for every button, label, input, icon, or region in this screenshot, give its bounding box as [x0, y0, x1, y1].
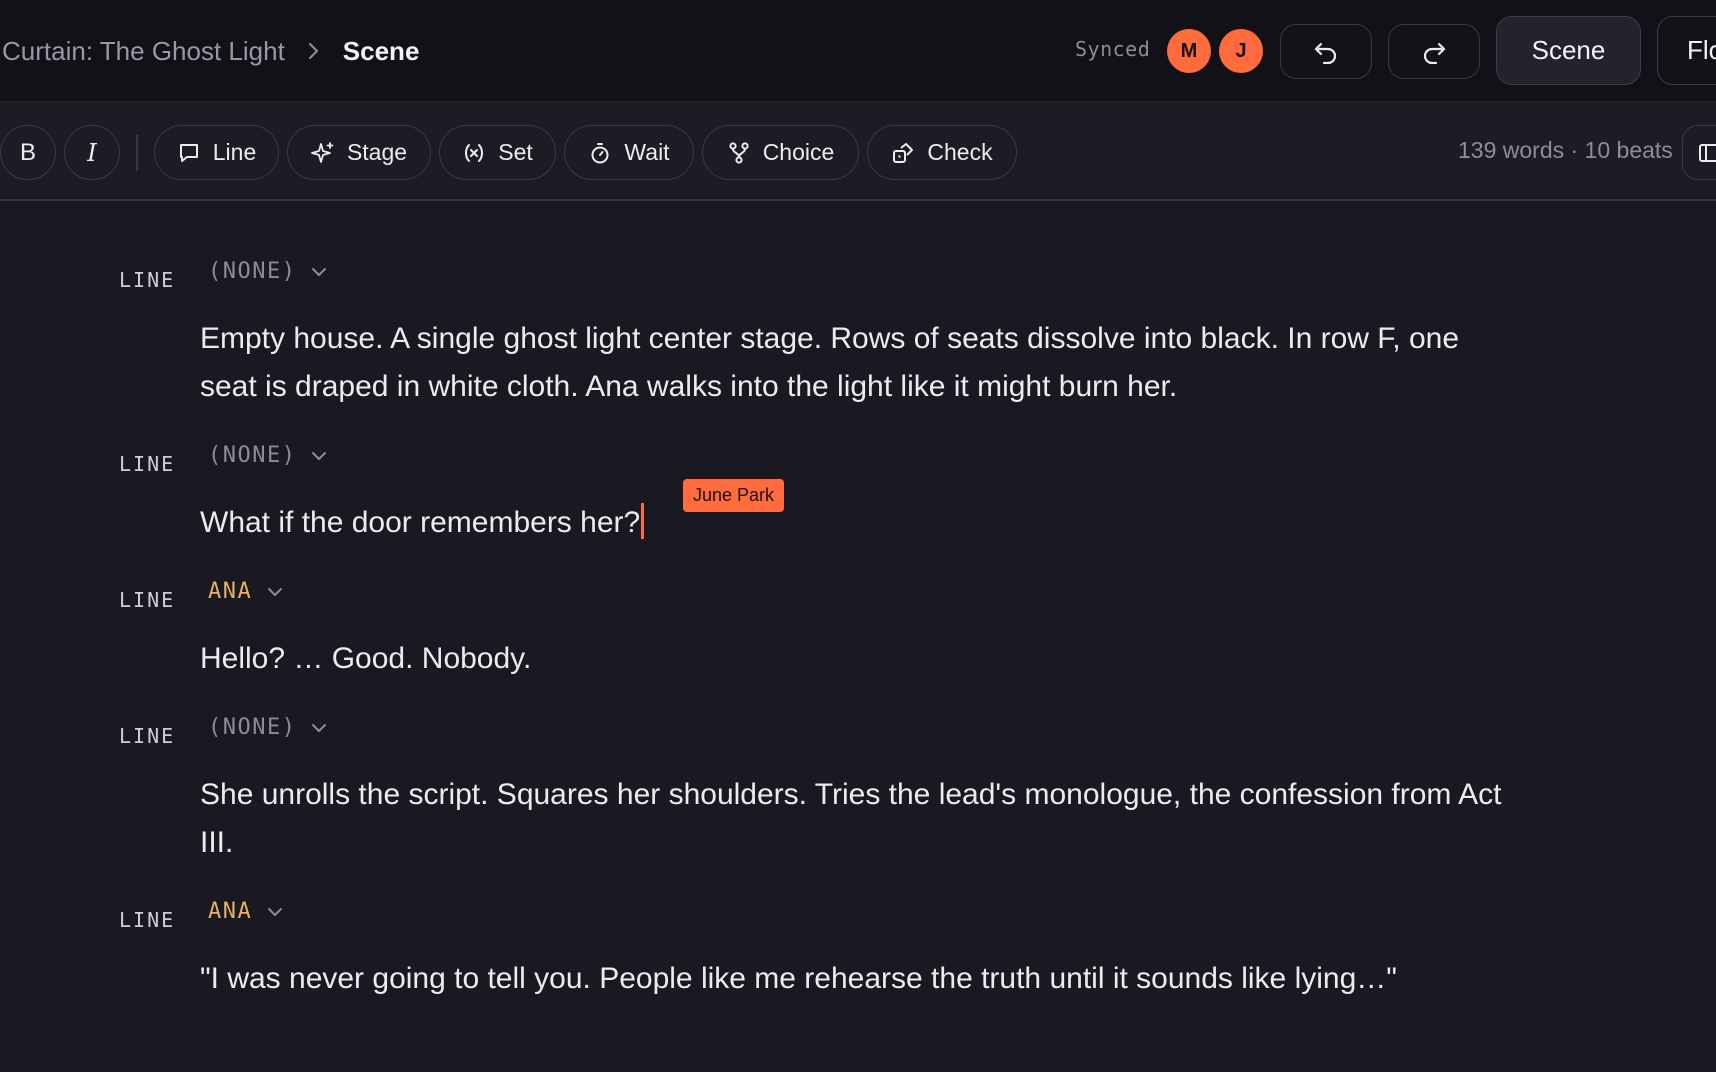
chevron-down-icon: [312, 451, 327, 460]
beat-type-label: LINE: [119, 268, 176, 292]
beat-text[interactable]: She unrolls the script. Squares her shou…: [200, 771, 1510, 867]
insert-set-button[interactable]: Set: [439, 125, 556, 180]
toolbar-divider: [136, 135, 138, 171]
insert-wait-label: Wait: [624, 139, 670, 165]
speaker-select[interactable]: ANA: [208, 899, 284, 924]
insert-check-button[interactable]: Check: [867, 125, 1017, 180]
branch-icon: [729, 141, 749, 164]
speaker-name: ANA: [208, 579, 253, 604]
breadcrumb: Curtain: The Ghost Light Scene: [2, 34, 419, 68]
collaborator-cursor: [641, 503, 645, 539]
timer-icon: [591, 142, 609, 163]
beat-text[interactable]: What if the door remembers her?: [200, 499, 1510, 547]
scene-view-button[interactable]: Scene: [1496, 16, 1641, 85]
beat-text-content: What if the door remembers her?: [200, 506, 641, 539]
undo-icon: [1314, 42, 1337, 64]
insert-wait-button[interactable]: Wait: [564, 125, 694, 180]
insert-stage-label: Stage: [346, 139, 408, 165]
sync-status: Synced: [1075, 37, 1151, 61]
breadcrumb-current: Scene: [342, 35, 420, 66]
beat-type-label: LINE: [119, 908, 176, 932]
italic-icon: I: [87, 138, 97, 167]
avatar-j[interactable]: J: [1219, 29, 1263, 73]
insert-check-label: Check: [927, 139, 993, 165]
chevron-down-icon: [312, 267, 327, 276]
beat-type-label: LINE: [119, 588, 176, 612]
sparkle-icon: [311, 141, 334, 163]
insert-choice-button[interactable]: Choice: [702, 125, 859, 180]
bold-button[interactable]: B: [0, 125, 56, 180]
panel-toggle-button[interactable]: [1682, 125, 1716, 180]
insert-line-button[interactable]: Line: [154, 125, 279, 180]
undo-button[interactable]: [1280, 24, 1372, 79]
flow-view-button[interactable]: Flo: [1657, 16, 1716, 85]
top-bar: Curtain: The Ghost Light Scene Synced M …: [0, 0, 1716, 102]
beat-text[interactable]: Hello? … Good. Nobody.: [200, 635, 1510, 683]
beat-type-label: LINE: [119, 724, 176, 748]
italic-button[interactable]: I: [64, 125, 120, 180]
sidebar-icon: [1699, 143, 1716, 162]
dice-icon: [893, 142, 914, 163]
beat-text[interactable]: "I was never going to tell you. People l…: [200, 955, 1510, 1003]
insert-stage-button[interactable]: Stage: [287, 125, 431, 180]
insert-line-label: Line: [212, 139, 257, 165]
speaker-select[interactable]: (NONE): [208, 259, 328, 284]
speaker-name: (NONE): [208, 715, 297, 740]
insert-set-label: Set: [498, 139, 533, 165]
avatar-m[interactable]: M: [1167, 29, 1211, 73]
bold-icon: B: [19, 138, 36, 166]
speaker-name: (NONE): [208, 443, 297, 468]
chevron-right-icon: [307, 42, 321, 60]
collaborator-name-tag: June Park: [683, 479, 785, 512]
speaker-name: (NONE): [208, 259, 297, 284]
chevron-down-icon: [268, 907, 283, 916]
speaker-select[interactable]: (NONE): [208, 443, 328, 468]
word-count: 139 words · 10 beats: [1458, 137, 1673, 163]
redo-button[interactable]: [1388, 24, 1480, 79]
redo-icon: [1423, 42, 1446, 64]
beat-text[interactable]: Empty house. A single ghost light center…: [200, 315, 1510, 411]
speech-bubble-icon: [179, 143, 198, 162]
variable-icon: [465, 143, 484, 162]
breadcrumb-project[interactable]: Curtain: The Ghost Light: [2, 36, 285, 67]
chevron-down-icon: [268, 587, 283, 596]
chevron-down-icon: [312, 723, 327, 732]
beat-type-label: LINE: [119, 452, 176, 476]
speaker-select[interactable]: (NONE): [208, 715, 328, 740]
speaker-name: ANA: [208, 899, 253, 924]
insert-choice-label: Choice: [762, 139, 835, 165]
speaker-select[interactable]: ANA: [208, 579, 284, 604]
